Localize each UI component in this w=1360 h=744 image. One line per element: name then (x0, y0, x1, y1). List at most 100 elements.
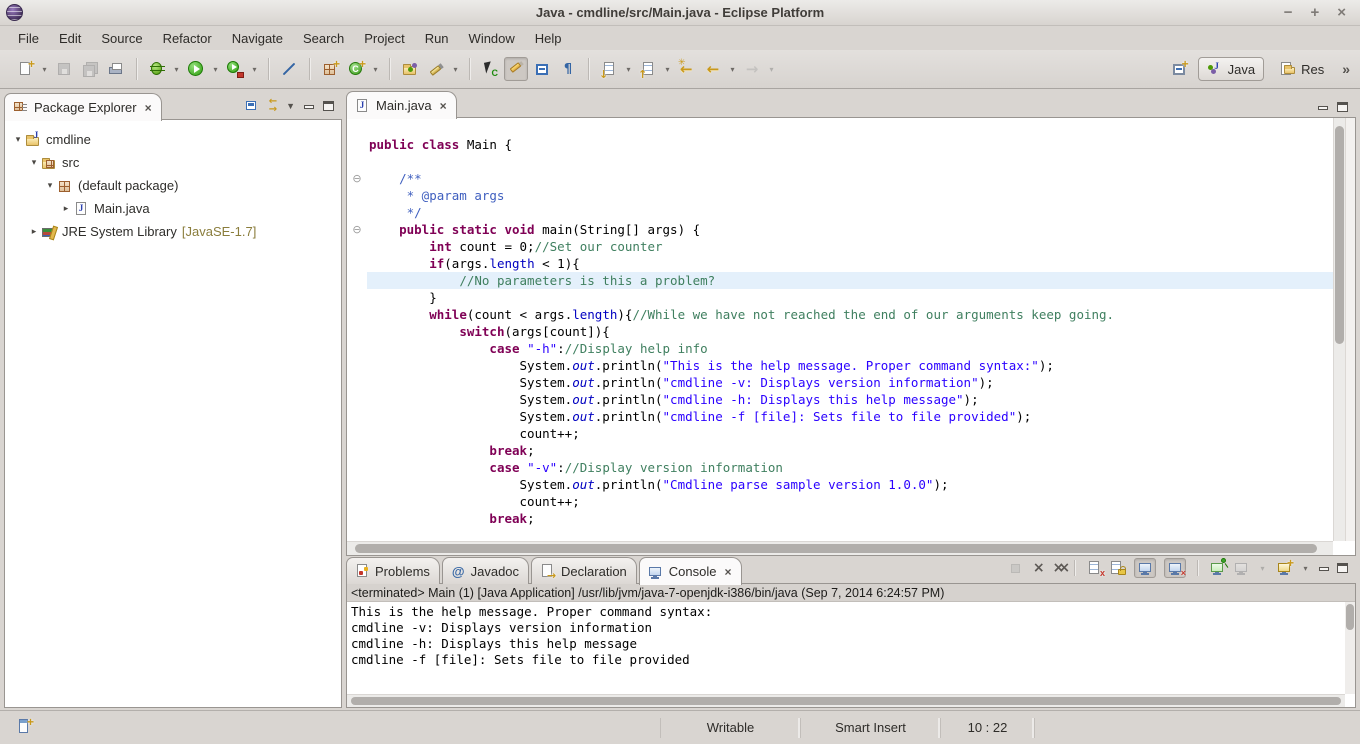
maximize-view-button[interactable] (323, 101, 334, 111)
back-button[interactable]: ← (701, 57, 725, 81)
editor-horizontal-scrollbar-thumb[interactable] (355, 544, 1317, 553)
code-line[interactable]: case "-h"://Display help info (347, 340, 1333, 357)
expander-icon[interactable]: ▾ (11, 134, 25, 145)
console-output[interactable]: This is the help message. Proper command… (347, 602, 1345, 694)
show-console-on-output-button[interactable] (1134, 558, 1156, 578)
run-dropdown[interactable]: ▾ (210, 65, 221, 74)
console-horizontal-scrollbar[interactable] (347, 694, 1345, 707)
show-console-on-error-button[interactable]: × (1164, 558, 1186, 578)
code-line[interactable]: * @param args (347, 187, 1333, 204)
tree-item-default-package[interactable]: ▾ (default package) (5, 174, 341, 197)
menu-file[interactable]: File (8, 29, 49, 48)
menu-help[interactable]: Help (525, 29, 572, 48)
previous-annotation-dropdown[interactable]: ▾ (662, 65, 673, 74)
editor-vertical-scrollbar-thumb[interactable] (1335, 126, 1344, 344)
menu-navigate[interactable]: Navigate (222, 29, 293, 48)
open-perspective-button[interactable]: + (1167, 57, 1191, 81)
tab-declaration[interactable]: → Declaration (531, 557, 637, 584)
editor-vertical-scrollbar[interactable] (1333, 118, 1345, 541)
menu-source[interactable]: Source (91, 29, 152, 48)
fold-marker-icon[interactable]: ⊖ (347, 221, 367, 238)
code-line[interactable]: if(args.length < 1){ (347, 255, 1333, 272)
menu-window[interactable]: Window (459, 29, 525, 48)
expander-icon[interactable]: ▾ (27, 157, 41, 168)
maximize-window-button[interactable]: + (1310, 1, 1319, 25)
run-external-tools-dropdown[interactable]: ▾ (249, 65, 260, 74)
tree-item-src[interactable]: ▾ src (5, 151, 341, 174)
search-dropdown[interactable]: ▾ (450, 65, 461, 74)
view-menu-button[interactable]: ▼ (286, 101, 295, 111)
tab-package-explorer[interactable]: Package Explorer × (4, 93, 162, 121)
maximize-editor-button[interactable] (1337, 102, 1348, 112)
minimize-editor-button[interactable] (1318, 106, 1328, 110)
show-source-of-selected-element-button[interactable] (530, 57, 554, 81)
code-line[interactable]: count++; (347, 493, 1333, 510)
next-annotation-button[interactable]: ↓ (597, 57, 621, 81)
show-whitespace-button[interactable]: ¶ (556, 57, 580, 81)
editor-horizontal-scrollbar[interactable] (347, 541, 1333, 555)
close-console-tab-icon[interactable]: × (723, 565, 732, 579)
code-line[interactable]: System.out.println("Cmdline parse sample… (347, 476, 1333, 493)
code-line[interactable]: ⊖ public static void main(String[] args)… (347, 221, 1333, 238)
code-line[interactable]: System.out.println("This is the help mes… (347, 357, 1333, 374)
mark-occurrences-button[interactable] (504, 57, 528, 81)
code-line[interactable]: } (347, 289, 1333, 306)
close-package-explorer-icon[interactable]: × (143, 101, 152, 115)
clear-console-button[interactable]: x (1086, 560, 1102, 576)
scroll-lock-button[interactable] (1110, 560, 1126, 576)
code-line[interactable]: case "-v"://Display version information (347, 459, 1333, 476)
tree-item-main-java[interactable]: ▸ J Main.java (5, 197, 341, 220)
code-line[interactable]: System.out.println("cmdline -h: Displays… (347, 391, 1333, 408)
new-wizard-button[interactable]: + (13, 57, 37, 81)
code-line[interactable]: System.out.println("cmdline -f [file]: S… (347, 408, 1333, 425)
last-edit-location-button[interactable]: ←✳ (675, 57, 699, 81)
code-line[interactable]: break; (347, 510, 1333, 527)
code-line[interactable]: public class Main { (347, 136, 1333, 153)
java-perspective-button[interactable]: J Java (1198, 57, 1264, 81)
remove-launch-button[interactable]: × (1033, 561, 1045, 575)
run-button[interactable] (184, 57, 208, 81)
menu-edit[interactable]: Edit (49, 29, 91, 48)
link-with-editor-button[interactable]: ←→ (269, 98, 277, 114)
open-type-button[interactable] (398, 57, 422, 81)
console-vertical-scrollbar[interactable] (1345, 602, 1355, 694)
minimize-window-button[interactable]: − (1284, 1, 1293, 25)
tree-item-cmdline[interactable]: ▾ J cmdline (5, 128, 341, 151)
perspective-overflow-chevron[interactable]: » (1340, 61, 1350, 77)
new-wizard-dropdown[interactable]: ▾ (39, 65, 50, 74)
menu-search[interactable]: Search (293, 29, 354, 48)
menu-project[interactable]: Project (354, 29, 414, 48)
next-annotation-dropdown[interactable]: ▾ (623, 65, 634, 74)
menu-run[interactable]: Run (415, 29, 459, 48)
pin-console-button[interactable] (1209, 560, 1225, 576)
new-java-class-dropdown[interactable]: ▾ (370, 65, 381, 74)
menu-refactor[interactable]: Refactor (153, 29, 222, 48)
open-console-dropdown[interactable]: ▾ (1300, 564, 1311, 573)
search-button[interactable] (424, 57, 448, 81)
tab-javadoc[interactable]: @ Javadoc (442, 557, 529, 584)
tree-item-jre-system-library[interactable]: ▸ JRE System Library [JavaSE-1.7] (5, 220, 341, 243)
close-window-button[interactable]: × (1337, 1, 1346, 25)
expander-icon[interactable]: ▾ (43, 180, 57, 191)
tab-main-java[interactable]: J Main.java × (346, 91, 457, 119)
new-java-class-button[interactable]: C+ (344, 57, 368, 81)
maximize-console-button[interactable] (1337, 563, 1348, 573)
console-vertical-scrollbar-thumb[interactable] (1346, 604, 1354, 630)
debug-button[interactable] (145, 57, 169, 81)
code-line[interactable]: while(count < args.length){//While we ha… (347, 306, 1333, 323)
resource-perspective-button[interactable]: Res (1271, 57, 1333, 81)
remove-all-terminated-button[interactable]: ×× (1053, 561, 1063, 575)
minimize-view-button[interactable] (304, 105, 314, 109)
code-line[interactable]: System.out.println("cmdline -v: Displays… (347, 374, 1333, 391)
print-button[interactable] (104, 57, 128, 81)
expander-icon[interactable]: ▸ (27, 226, 41, 237)
code-line[interactable] (347, 153, 1333, 170)
open-console-button[interactable]: + (1276, 560, 1292, 576)
skip-all-breakpoints-button[interactable] (277, 57, 301, 81)
toggle-breadcrumb-button[interactable]: C (478, 57, 502, 81)
fold-marker-icon[interactable]: ⊖ (347, 170, 367, 187)
run-external-tools-button[interactable] (223, 57, 247, 81)
tab-problems[interactable]: Problems (346, 557, 440, 584)
back-dropdown[interactable]: ▾ (727, 65, 738, 74)
collapse-all-button[interactable] (244, 98, 260, 114)
